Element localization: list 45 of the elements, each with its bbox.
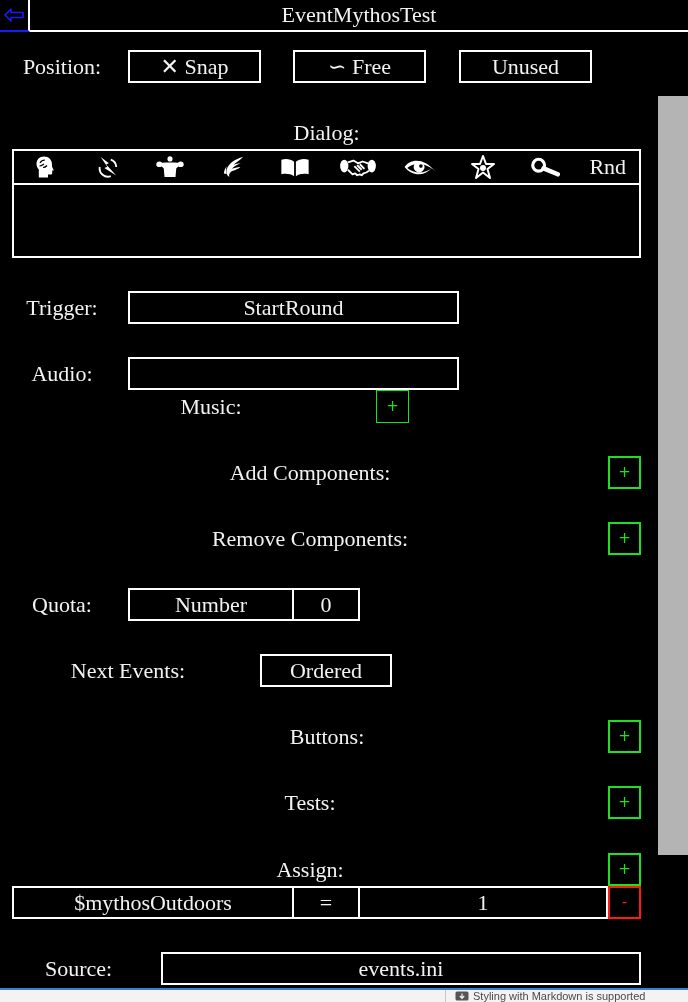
trigger-label: Trigger:: [26, 294, 98, 321]
next-events-order-button[interactable]: Ordered: [260, 654, 392, 687]
add-button[interactable]: +: [608, 720, 641, 753]
source-file-field[interactable]: events.ini: [161, 952, 641, 985]
next-events-label: Next Events:: [70, 657, 186, 684]
add-button[interactable]: +: [376, 390, 409, 423]
trigger-select-button[interactable]: StartRound: [128, 291, 459, 324]
quota-value-field[interactable]: 0: [294, 588, 360, 621]
position-option-button[interactable]: ✕ Snap: [128, 50, 261, 83]
magnifier-icon[interactable]: [530, 157, 561, 177]
section-label: Remove Components:: [211, 525, 409, 552]
audio-label: Audio:: [31, 360, 93, 387]
audio-field[interactable]: [128, 357, 459, 390]
variable-button[interactable]: $mythosOutdoors: [12, 886, 294, 919]
random-button[interactable]: Rnd: [589, 154, 627, 180]
scrollbar-thumb[interactable]: [658, 96, 688, 855]
section-label: Tests:: [284, 789, 336, 816]
add-button[interactable]: +: [608, 456, 641, 489]
add-button[interactable]: +: [608, 786, 641, 819]
wing-icon[interactable]: [221, 156, 244, 178]
dialog-label: Dialog:: [293, 119, 360, 146]
star-icon[interactable]: [470, 155, 495, 179]
section-label: Buttons:: [289, 723, 365, 750]
section-label: Add Components:: [229, 459, 391, 486]
position-option-button[interactable]: Unused: [459, 50, 592, 83]
bolt-icon[interactable]: [96, 156, 119, 178]
dialog-text-field[interactable]: [12, 183, 641, 258]
markdown-note: Styling with Markdown is supported: [473, 990, 646, 1002]
position-option-button[interactable]: ∽ Free: [293, 50, 426, 83]
torso-icon[interactable]: [155, 156, 186, 178]
remove-button[interactable]: -: [608, 886, 641, 919]
open-book-icon[interactable]: [280, 157, 311, 177]
music-label: Music:: [180, 393, 242, 420]
section-label: Assign:: [276, 856, 344, 883]
head-icon[interactable]: [35, 156, 56, 178]
add-button[interactable]: +: [608, 522, 641, 555]
quota-label: Quota:: [32, 591, 92, 618]
add-button[interactable]: +: [608, 853, 641, 886]
position-label: Position:: [22, 53, 102, 80]
back-button[interactable]: [0, 0, 30, 32]
value-field[interactable]: 1: [360, 886, 608, 919]
source-label: Source:: [44, 955, 113, 982]
quota-type-button[interactable]: Number: [128, 588, 294, 621]
window-title: EventMythosTest: [281, 2, 437, 28]
operator-button[interactable]: =: [294, 886, 360, 919]
